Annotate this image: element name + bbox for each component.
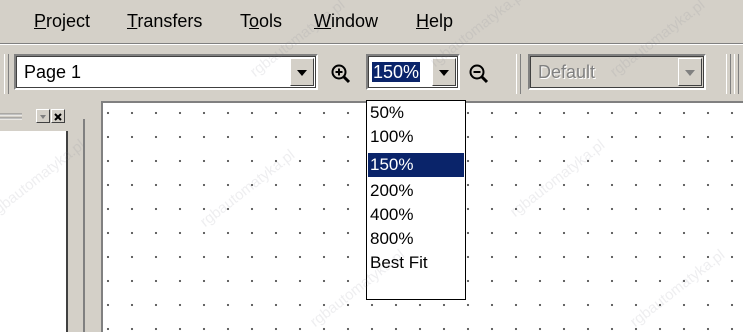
style-combo-value: Default bbox=[538, 62, 596, 82]
menu-transfers[interactable]: Transfers bbox=[127, 11, 202, 31]
toolbar-grip-right[interactable] bbox=[726, 54, 731, 94]
menu-project-accel: P bbox=[34, 11, 47, 31]
menu-window-label: indow bbox=[331, 11, 379, 31]
menu-window[interactable]: Window bbox=[314, 11, 378, 31]
zoom-option-800[interactable]: 800% bbox=[368, 227, 464, 251]
menu-transfers-accel: T bbox=[127, 11, 138, 31]
zoom-combo[interactable]: 150% bbox=[366, 54, 460, 90]
docked-panel bbox=[0, 101, 101, 332]
zoom-option-best-fit[interactable]: Best Fit bbox=[368, 251, 464, 275]
menu-tools-pre: T bbox=[240, 11, 249, 31]
page-combo-value: Page 1 bbox=[24, 62, 82, 82]
menu-help-label: elp bbox=[429, 11, 454, 31]
page-combo[interactable]: Page 1 bbox=[14, 54, 318, 90]
panel-close-button[interactable] bbox=[51, 109, 65, 123]
zoom-combo-value: 150% bbox=[372, 62, 421, 82]
zoom-option-50[interactable]: 50% bbox=[368, 101, 464, 125]
zoom-option-100[interactable]: 100% bbox=[368, 125, 464, 149]
zoom-dropdown-list: 50% 100% 150% 200% 400% 800% Best Fit bbox=[366, 100, 466, 300]
close-icon bbox=[54, 113, 62, 121]
zoom-out-icon[interactable] bbox=[468, 63, 490, 85]
zoom-combo-selected-text: 150% bbox=[372, 62, 421, 82]
menu-bar: Project Transfers Tools Window Help bbox=[0, 0, 743, 43]
panel-grip-icon[interactable] bbox=[0, 112, 22, 122]
panel-content bbox=[0, 131, 68, 332]
zoom-option-150[interactable]: 150% bbox=[368, 153, 464, 177]
menu-project[interactable]: Project bbox=[34, 11, 90, 31]
toolbar: Page 1 150% Default bbox=[0, 45, 743, 101]
zoom-option-400[interactable]: 400% bbox=[368, 203, 464, 227]
menu-tools-accel: o bbox=[249, 11, 260, 31]
page-combo-dropdown-button[interactable] bbox=[290, 58, 314, 86]
menu-help-accel: H bbox=[416, 11, 429, 31]
menu-transfers-label: ransfers bbox=[137, 11, 203, 31]
style-combo-dropdown-button[interactable] bbox=[678, 58, 702, 86]
panel-restore-button[interactable] bbox=[36, 109, 50, 123]
toolbar-grip-right-2 bbox=[734, 54, 739, 94]
toolbar-grip[interactable] bbox=[4, 54, 9, 94]
zoom-combo-dropdown-button[interactable] bbox=[432, 58, 456, 86]
chevron-down-icon bbox=[40, 115, 46, 119]
panel-splitter[interactable] bbox=[83, 119, 85, 332]
menu-tools-label: ols bbox=[259, 11, 283, 31]
menu-help[interactable]: Help bbox=[416, 11, 453, 31]
zoom-option-200[interactable]: 200% bbox=[368, 179, 464, 203]
toolbar-separator bbox=[516, 54, 521, 94]
style-combo[interactable]: Default bbox=[528, 54, 706, 90]
panel-header bbox=[0, 109, 85, 125]
menu-window-accel: W bbox=[314, 11, 331, 31]
menu-project-label: roject bbox=[46, 11, 91, 31]
menu-tools[interactable]: Tools bbox=[240, 11, 282, 31]
zoom-in-icon[interactable] bbox=[330, 63, 352, 85]
